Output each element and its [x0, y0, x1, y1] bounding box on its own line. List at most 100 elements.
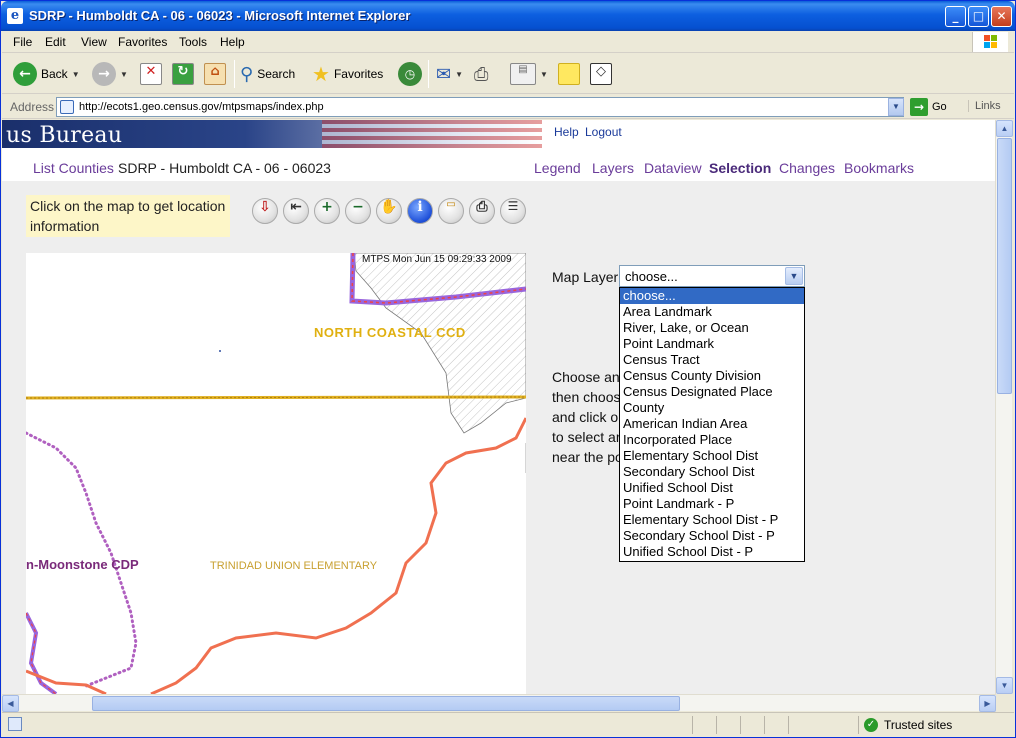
instruction-line: to select ar — [552, 429, 621, 445]
mail-dropdown-icon[interactable]: ▼ — [455, 70, 463, 79]
nav-selection[interactable]: Selection — [709, 160, 771, 176]
dropdown-option[interactable]: Unified School Dist — [620, 480, 804, 496]
address-label: Address — [10, 100, 55, 114]
chevron-down-icon[interactable]: ▼ — [785, 267, 803, 285]
edit-dropdown-icon[interactable]: ▼ — [540, 70, 548, 79]
dropdown-option[interactable]: American Indian Area — [620, 416, 804, 432]
measure-icon[interactable]: ▭ — [438, 198, 464, 224]
scroll-corner — [996, 694, 1013, 711]
menu-help[interactable]: Help — [220, 35, 245, 49]
menu-tools[interactable]: Tools — [179, 35, 207, 49]
star-icon: ★ — [312, 62, 330, 86]
back-button[interactable]: ← Back ▼ — [13, 60, 80, 88]
menu-file[interactable]: File — [13, 35, 32, 49]
print-icon[interactable]: ⎙ — [469, 198, 495, 224]
dropdown-option[interactable]: Elementary School Dist — [620, 448, 804, 464]
close-button[interactable]: ✕ — [991, 6, 1012, 27]
favorites-button[interactable]: ★ Favorites — [312, 60, 383, 88]
list-counties-link[interactable]: List Counties — [33, 160, 114, 176]
dropdown-option[interactable]: Point Landmark — [620, 336, 804, 352]
scroll-up-icon[interactable]: ▲ — [996, 120, 1013, 137]
logout-link[interactable]: Logout — [585, 125, 622, 139]
menu-edit[interactable]: Edit — [45, 35, 66, 49]
edit-button[interactable]: ▤ ▼ — [510, 60, 548, 88]
dropdown-option[interactable]: Secondary School Dist - P — [620, 528, 804, 544]
address-dropdown-icon[interactable]: ▼ — [888, 98, 904, 116]
search-button[interactable]: ⚲ Search — [240, 60, 295, 88]
address-url[interactable]: http://ecots1.geo.census.gov/mtpsmaps/in… — [79, 101, 324, 113]
notes-button[interactable] — [558, 60, 580, 88]
instruction-line: then choos — [552, 389, 621, 405]
layers-icon[interactable]: ☰ — [500, 198, 526, 224]
forward-arrow-icon: → — [92, 62, 116, 86]
minimize-button[interactable]: _ — [945, 6, 966, 27]
stop-button[interactable]: ✕ — [140, 60, 162, 88]
dropdown-option[interactable]: Secondary School Dist — [620, 464, 804, 480]
menu-favorites[interactable]: Favorites — [118, 35, 167, 49]
dropdown-option[interactable]: Census Designated Place — [620, 384, 804, 400]
map-label-school: TRINIDAD UNION ELEMENTARY — [210, 560, 378, 572]
scroll-left-icon[interactable]: ◀ — [2, 695, 19, 712]
ie-app-icon[interactable]: e — [7, 8, 23, 24]
links-toolbar[interactable]: Links — [968, 100, 1001, 112]
pan-hand-icon[interactable]: ✋ — [376, 198, 402, 224]
forward-dropdown-icon[interactable]: ▼ — [120, 70, 128, 79]
maximize-button[interactable]: □ — [968, 6, 989, 27]
dropdown-option[interactable]: River, Lake, or Ocean — [620, 320, 804, 336]
help-link[interactable]: Help — [554, 125, 579, 139]
dropdown-option[interactable]: County — [620, 400, 804, 416]
vertical-scrollbar[interactable]: ▲ ▼ — [995, 120, 1013, 694]
map-layer-label: Map Layer — [552, 269, 619, 285]
vertical-scroll-thumb[interactable] — [997, 138, 1012, 394]
nav-changes[interactable]: Changes — [779, 160, 835, 176]
nav-dataview[interactable]: Dataview — [644, 160, 702, 176]
browser-window: e SDRP - Humboldt CA - 06 - 06023 - Micr… — [0, 0, 1016, 738]
page-content: us Bureau Help Logout List Counties SDRP… — [2, 120, 996, 694]
menu-bar: File Edit View Favorites Tools Help — [2, 31, 1014, 53]
selection-instructions: Choose an then choos and click o to sele… — [552, 367, 623, 467]
horizontal-scroll-thumb[interactable] — [92, 696, 680, 711]
map-layer-dropdown-list[interactable]: choose... Area Landmark River, Lake, or … — [619, 287, 805, 562]
map-layer-select[interactable]: choose... ▼ — [619, 265, 805, 287]
dropdown-option[interactable]: Unified School Dist - P — [620, 544, 804, 560]
scroll-down-icon[interactable]: ▼ — [996, 677, 1013, 694]
history-button[interactable]: ◷ — [398, 60, 422, 88]
nav-layers[interactable]: Layers — [592, 160, 634, 176]
census-banner: us Bureau — [2, 120, 542, 148]
dropdown-option[interactable]: choose... — [620, 288, 804, 304]
title-bar[interactable]: e SDRP - Humboldt CA - 06 - 06023 - Micr… — [1, 1, 1015, 31]
messenger-button[interactable]: ◇ — [590, 60, 612, 88]
home-button[interactable]: ⌂ — [204, 60, 226, 88]
address-input[interactable]: http://ecots1.geo.census.gov/mtpsmaps/in… — [56, 97, 904, 117]
dropdown-option[interactable]: Census Tract — [620, 352, 804, 368]
dropdown-option[interactable]: Area Landmark — [620, 304, 804, 320]
back-dropdown-icon[interactable]: ▼ — [72, 70, 80, 79]
security-zone[interactable]: ✓ Trusted sites — [864, 718, 952, 732]
dropdown-option[interactable]: Incorporated Place — [620, 432, 804, 448]
dropdown-option[interactable]: Census County Division — [620, 368, 804, 384]
back-arrow-icon[interactable]: ⇤ — [283, 198, 309, 224]
county-title: SDRP - Humboldt CA - 06 - 06023 — [118, 160, 331, 176]
refresh-button[interactable]: ↻ — [172, 60, 194, 88]
zoom-in-icon[interactable]: + — [314, 198, 340, 224]
mail-button[interactable]: ✉ ▼ — [436, 60, 463, 88]
map-layer-selected: choose... — [625, 269, 678, 284]
scroll-right-icon[interactable]: ▶ — [979, 695, 996, 712]
print-button[interactable]: ⎙ — [474, 60, 488, 88]
forward-button[interactable]: → ▼ — [92, 60, 128, 88]
info-icon[interactable]: i — [407, 198, 433, 224]
map-canvas[interactable]: MTPS Mon Jun 15 09:29:33 2009 NORTH COAS… — [26, 253, 526, 694]
nav-legend[interactable]: Legend — [534, 160, 581, 176]
dropdown-option[interactable]: Point Landmark - P — [620, 496, 804, 512]
zoom-to-extent-icon[interactable]: ⇩ — [252, 198, 278, 224]
map-label-cdp: n-Moonstone CDP — [26, 557, 139, 572]
horizontal-scrollbar[interactable]: ◀ ▶ — [2, 694, 996, 712]
nav-bookmarks[interactable]: Bookmarks — [844, 160, 914, 176]
menu-view[interactable]: View — [81, 35, 107, 49]
go-arrow-icon: → — [910, 98, 928, 116]
dropdown-option[interactable]: Elementary School Dist - P — [620, 512, 804, 528]
search-label: Search — [257, 67, 296, 81]
go-button[interactable]: → Go — [910, 98, 947, 116]
hint-line-1: Click on the map to get location — [30, 198, 226, 214]
zoom-out-icon[interactable]: − — [345, 198, 371, 224]
